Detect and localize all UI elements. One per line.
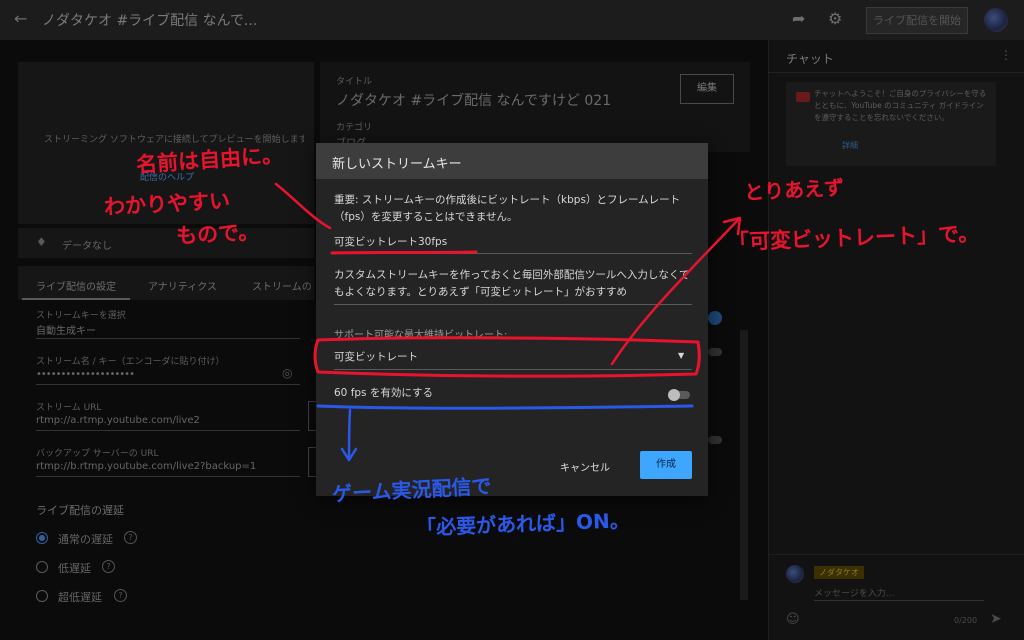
field-underline xyxy=(334,253,692,254)
name-note-line3: もので。 xyxy=(175,219,260,249)
latency-ultra-low-radio[interactable] xyxy=(36,590,48,602)
tab-settings[interactable]: ライブ配信の設定 xyxy=(36,278,116,293)
dialog-notice: 重要: ストリームキーの作成後にビットレート（kbps）とフレームレート（fps… xyxy=(334,194,681,223)
bitrate-label: サポート可能な最大維持ビットレート: xyxy=(334,330,508,341)
eye-off-icon[interactable]: ◎ xyxy=(282,366,292,380)
title-label: タイトル xyxy=(336,77,373,87)
latency-title: ライブ配信の遅延 xyxy=(36,504,124,517)
divider xyxy=(768,72,1024,73)
url-label: ストリーム URL xyxy=(36,403,102,413)
more-link[interactable]: 詳細 xyxy=(842,140,858,151)
fps-note-line2: 「必要があれば」ON。 xyxy=(415,508,631,540)
edit-button[interactable]: 編集 xyxy=(680,74,734,104)
chat-avatar xyxy=(786,565,804,583)
emoji-icon[interactable]: ☺ xyxy=(786,612,800,627)
scrollbar[interactable] xyxy=(740,330,748,600)
help-icon[interactable]: ? xyxy=(114,589,127,602)
toggle-track[interactable] xyxy=(708,436,722,444)
divider xyxy=(36,476,300,477)
divider xyxy=(36,384,300,385)
help-icon[interactable]: ? xyxy=(124,531,137,544)
backup-label: バックアップ サーバーの URL xyxy=(36,449,159,459)
key-name-label: ストリーム名 / キー（エンコーダに貼り付け） xyxy=(36,357,225,367)
backup-url-field[interactable]: rtmp://b.rtmp.youtube.com/live2?backup=1 xyxy=(36,461,256,472)
send-icon[interactable]: ➤ xyxy=(990,611,1002,627)
share-icon[interactable]: ➦ xyxy=(792,9,805,28)
youtube-icon xyxy=(796,92,810,102)
more-icon[interactable]: ⋮ xyxy=(1000,48,1012,62)
gear-icon[interactable]: ⚙ xyxy=(828,9,842,28)
field-underline xyxy=(334,304,692,305)
description-input[interactable]: カスタムストリームキーを作っておくと毎回外部配信ツールへ入力しなくてもよくなりま… xyxy=(334,267,692,301)
stream-title: ノダタケオ #ライブ配信 なんですけど 021 xyxy=(336,93,612,109)
chat-input[interactable]: メッセージを入力... xyxy=(814,586,894,599)
stream-url-field[interactable]: rtmp://a.rtmp.youtube.com/live2 xyxy=(36,415,200,426)
fps-toggle[interactable] xyxy=(668,389,680,401)
divider xyxy=(768,554,1024,555)
category-label: カテゴリ xyxy=(336,123,373,133)
create-button[interactable]: 作成 xyxy=(640,451,692,479)
diamond-icon: ♦ xyxy=(36,235,47,249)
cancel-button[interactable]: キャンセル xyxy=(560,459,610,474)
latency-low-label: 低遅延 xyxy=(58,562,91,575)
latency-low-radio[interactable] xyxy=(36,561,48,573)
field-underline xyxy=(334,369,692,370)
bitrate-select[interactable]: 可変ビットレート xyxy=(334,349,418,366)
latency-ultra-low-label: 超低遅延 xyxy=(58,591,102,604)
dropdown-arrow-icon[interactable]: ▼ xyxy=(678,351,684,360)
page-title: ノダタケオ #ライブ配信 なんで... xyxy=(42,13,258,29)
stream-name-input[interactable]: 可変ビットレート30fps xyxy=(334,234,694,251)
toggle-track[interactable] xyxy=(708,348,722,356)
bitrate-note-line1: とりあえず xyxy=(743,175,845,205)
go-live-button[interactable]: ライブ配信を開始 xyxy=(866,7,968,34)
char-counter: 0/200 xyxy=(954,616,978,625)
toggle-knob[interactable] xyxy=(708,311,722,325)
new-stream-key-dialog: 新しいストリームキー 重要: ストリームキーの作成後にビットレート（kbps）と… xyxy=(316,143,708,496)
back-arrow-icon[interactable]: ← xyxy=(14,9,27,28)
fps-label: 60 fps を有効にする xyxy=(334,387,433,399)
divider xyxy=(36,430,300,431)
dialog-title: 新しいストリームキー xyxy=(332,157,462,172)
avatar[interactable] xyxy=(984,8,1008,32)
tab-analytics[interactable]: アナリティクス xyxy=(148,278,217,293)
latency-normal-label: 通常の遅延 xyxy=(58,533,113,546)
welcome-text: チャットへようこそ！ご自身のプライバシーを守るとともに、YouTube のコミュ… xyxy=(814,89,987,122)
key-select-value[interactable]: 自動生成キー xyxy=(36,322,96,337)
chat-user-name: ノダタケオ xyxy=(814,566,864,579)
divider xyxy=(36,338,300,339)
latency-normal-radio[interactable] xyxy=(36,532,48,544)
tab-stream-status[interactable]: ストリームの状 xyxy=(252,278,312,293)
data-label: データなし xyxy=(62,241,112,252)
divider xyxy=(814,600,984,601)
chat-title: チャット xyxy=(786,52,834,66)
stream-key-field[interactable]: •••••••••••••••••••• xyxy=(36,369,135,380)
tab-underline xyxy=(22,298,130,300)
key-select-label: ストリームキーを選択 xyxy=(36,311,126,321)
help-icon[interactable]: ? xyxy=(102,560,115,573)
